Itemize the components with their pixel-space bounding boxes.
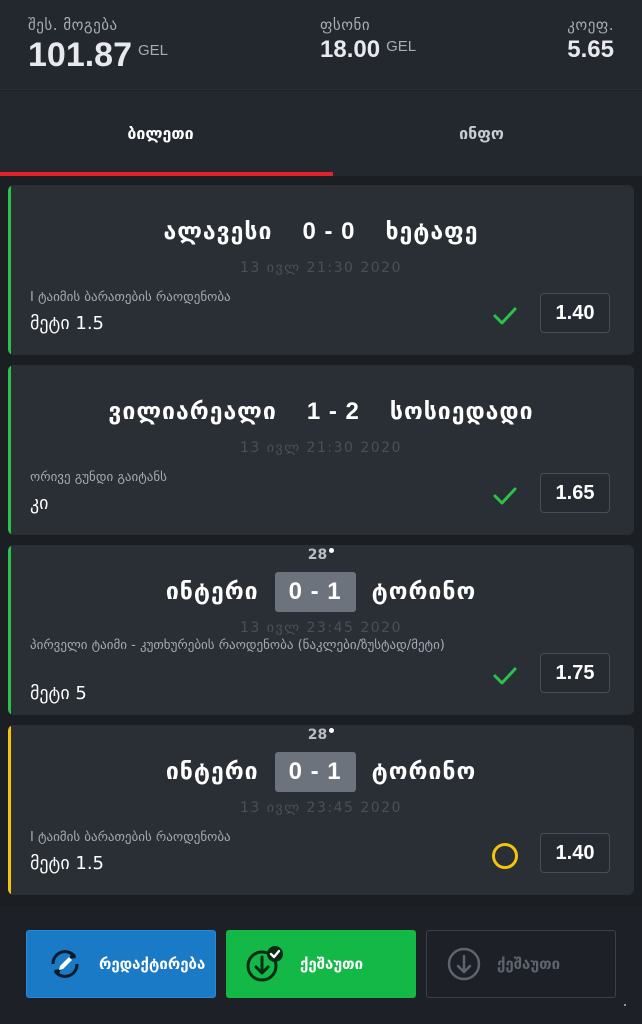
- bet-odd: 1.75: [540, 653, 610, 693]
- bet-card: ალავესი 0 - 0 ხეტაფე 13 ივლ 21:30 2020 I…: [8, 185, 634, 355]
- pending-circle-icon: [492, 843, 518, 869]
- live-minute-value: 28: [307, 547, 328, 563]
- live-minute-value: 28: [307, 727, 328, 743]
- cashout-disabled-label: ქეშაუთი: [497, 955, 561, 973]
- bet-market: I ტაიმის ბარათების რაოდენობა: [30, 290, 231, 305]
- match-score: 0 - 1: [274, 572, 356, 612]
- bottom-action-bar: რედაქტირება ქეშაუთი ქეშაუთი: [0, 906, 642, 1024]
- total-odds-value: 5.65: [567, 36, 614, 63]
- match-teams: ალავესი 0 - 0 ხეტაფე: [8, 211, 634, 253]
- bet-card: ვილიარეალი 1 - 2 სოსიედადი 13 ივლ 21:30 …: [8, 365, 634, 535]
- bet-card: 28 ინტერი 0 - 1 ტორინო 13 ივლ 23:45 2020…: [8, 545, 634, 715]
- bet-odd: 1.40: [540, 293, 610, 333]
- live-dot-icon: [329, 548, 335, 553]
- match-date: 13 ივლ 21:30 2020: [230, 260, 412, 276]
- match-score: 0 - 0: [302, 218, 356, 245]
- check-icon: [492, 663, 518, 689]
- tab-bar: ბილეთი ინფო: [0, 91, 642, 176]
- cashout-icon: [244, 944, 286, 984]
- match-score: 0 - 1: [274, 752, 356, 792]
- check-icon: [492, 483, 518, 509]
- ticket-summary-header: შეს. მოგება 101.87 GEL ფსონი 18.00 GEL კოე…: [0, 0, 642, 90]
- stake-currency: GEL: [386, 38, 417, 55]
- stake-block: ფსონი 18.00 GEL: [320, 16, 416, 64]
- live-dot-icon: [329, 728, 335, 733]
- edit-ticket-label: რედაქტირება: [99, 955, 206, 973]
- match-date-row: 13 ივლ 23:45 2020: [8, 619, 634, 637]
- bet-market: პირველი ტაიმი - კუთხურების რაოდენობა (ნა…: [30, 638, 445, 653]
- match-teams: ინტერი 0 - 1 ტორინო: [8, 571, 634, 613]
- match-date-row: 13 ივლ 21:30 2020: [8, 259, 634, 277]
- match-date: 13 ივლ 21:30 2020: [230, 440, 412, 456]
- match-date-row: 13 ივლ 23:45 2020: [8, 799, 634, 817]
- bet-list[interactable]: ალავესი 0 - 0 ხეტაფე 13 ივლ 21:30 2020 I…: [0, 176, 642, 906]
- edit-refresh-icon: [45, 944, 85, 984]
- check-icon: [492, 303, 518, 329]
- stake-value: 18.00: [320, 36, 381, 63]
- away-team: ტორინო: [371, 759, 477, 785]
- possible-win-currency: GEL: [138, 42, 169, 59]
- edit-ticket-button[interactable]: რედაქტირება: [26, 930, 216, 998]
- match-teams: ვილიარეალი 1 - 2 სოსიედადი: [8, 391, 634, 433]
- tab-info[interactable]: ინფო: [321, 91, 642, 176]
- bet-pick: მეტი 5: [30, 683, 87, 704]
- total-odds-label: კოეფ.: [567, 16, 614, 34]
- bet-pick: მეტი 1.5: [30, 313, 104, 334]
- tab-ticket[interactable]: ბილეთი: [0, 91, 321, 176]
- match-teams: ინტერი 0 - 1 ტორინო: [8, 751, 634, 793]
- cashout-disabled-button[interactable]: ქეშაუთი: [426, 930, 616, 998]
- away-team: სოსიედადი: [389, 399, 534, 425]
- bet-odd: 1.40: [540, 833, 610, 873]
- bet-card: 28 ინტერი 0 - 1 ტორინო 13 ივლ 23:45 2020…: [8, 725, 634, 895]
- home-team: ალავესი: [163, 219, 273, 245]
- possible-win-label: შეს. მოგება: [28, 16, 118, 34]
- corner-dot: [624, 1004, 626, 1006]
- live-minute: 28: [8, 727, 634, 743]
- home-team: ინტერი: [165, 759, 259, 785]
- bet-pick: მეტი 1.5: [30, 853, 104, 874]
- bet-odd: 1.65: [540, 473, 610, 513]
- bet-pick: კი: [30, 493, 49, 514]
- match-date: 13 ივლ 23:45 2020: [230, 800, 412, 816]
- match-date-row: 13 ივლ 21:30 2020: [8, 439, 634, 457]
- download-circle-icon: [445, 945, 483, 983]
- possible-win-block: შეს. მოგება 101.87 GEL: [28, 16, 168, 75]
- away-team: ტორინო: [371, 579, 477, 605]
- home-team: ვილიარეალი: [108, 399, 277, 425]
- bet-market: I ტაიმის ბარათების რაოდენობა: [30, 830, 231, 845]
- away-team: ხეტაფე: [385, 219, 479, 245]
- cashout-button[interactable]: ქეშაუთი: [226, 930, 416, 998]
- stake-label: ფსონი: [320, 16, 371, 34]
- total-odds-block: კოეფ. 5.65: [567, 16, 614, 64]
- possible-win-value: 101.87: [28, 36, 132, 74]
- home-team: ინტერი: [165, 579, 259, 605]
- match-date: 13 ივლ 23:45 2020: [230, 620, 412, 636]
- match-score: 1 - 2: [306, 398, 360, 425]
- cashout-label: ქეშაუთი: [300, 955, 364, 973]
- bet-market: ორივე გუნდი გაიტანს: [30, 470, 167, 485]
- live-minute: 28: [8, 547, 634, 563]
